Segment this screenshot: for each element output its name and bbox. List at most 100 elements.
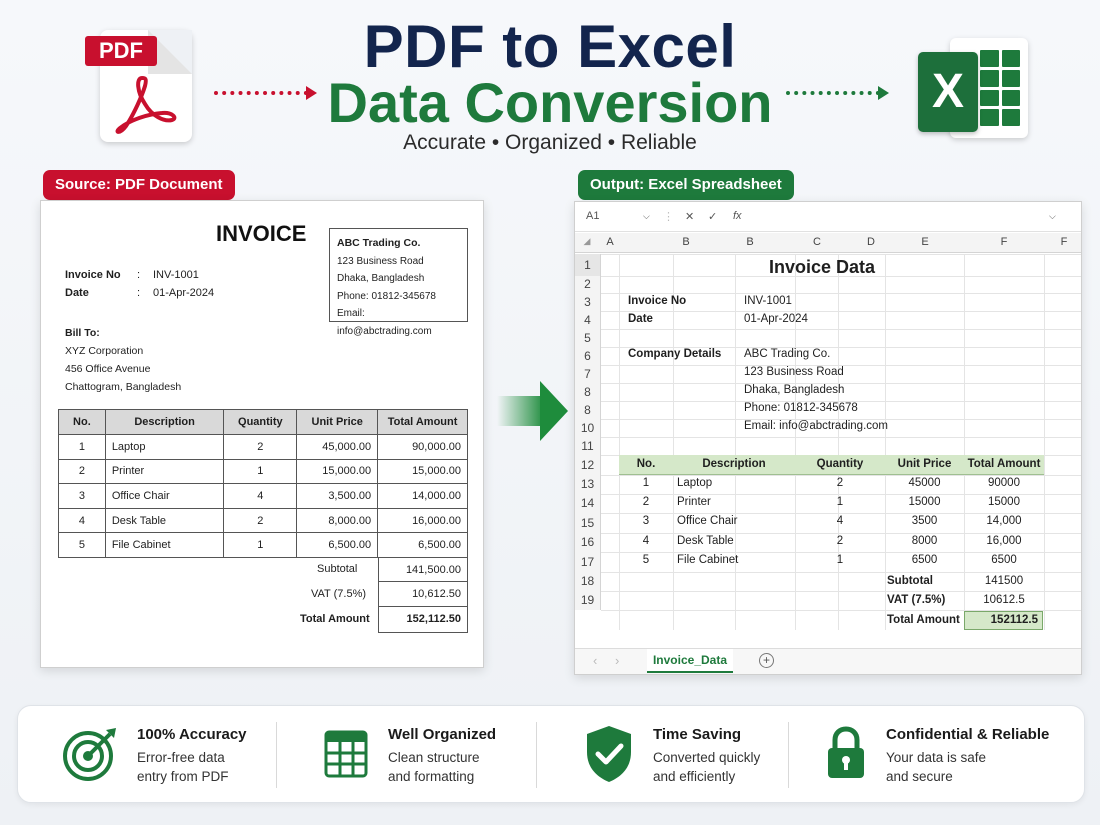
table-cell[interactable]: Desk Table [677,535,795,547]
col-letter[interactable]: E [910,236,940,248]
table-cell[interactable]: 2 [795,535,885,547]
select-all-icon[interactable]: ◢ [579,236,595,247]
subtotal-label[interactable]: Subtotal [887,575,933,587]
col-letter[interactable]: F [989,236,1019,248]
table-cell[interactable]: 90000 [964,477,1044,489]
row-number[interactable]: 11 [575,437,601,455]
table-cell[interactable]: 15000 [885,496,964,508]
row-number[interactable]: 16 [575,533,601,552]
row-number[interactable]: 18 [575,572,601,591]
invoice-no-label[interactable]: Invoice No [628,295,686,307]
invoice-no-value[interactable]: INV-1001 [744,295,792,307]
table-cell[interactable]: 8000 [885,535,964,547]
col-letter[interactable]: F [1049,236,1079,248]
table-cell[interactable]: 1 [619,477,673,489]
divider [276,722,277,788]
row-number[interactable]: 2 [575,276,601,293]
col-letter[interactable]: A [601,236,619,248]
table-cell[interactable]: 14,000 [964,515,1044,527]
table-cell[interactable]: 6500 [964,554,1044,566]
table-cell[interactable]: Laptop [677,477,795,489]
company-line[interactable]: Phone: 01812-345678 [744,402,858,414]
company-line[interactable]: ABC Trading Co. [744,348,830,360]
col-header[interactable]: No. [619,458,673,470]
company-details-label[interactable]: Company Details [628,348,721,360]
table-cell[interactable]: 4 [795,515,885,527]
table-cell[interactable]: File Cabinet [677,554,795,566]
company-line[interactable]: Dhaka, Bangladesh [744,384,844,396]
table-cell[interactable]: 15000 [964,496,1044,508]
row-number[interactable]: 8 [575,383,601,401]
col-header[interactable]: Total Amount [964,458,1044,470]
company-line[interactable]: 123 Business Road [744,366,844,378]
next-sheet-icon[interactable]: › [615,653,619,668]
prev-sheet-icon[interactable]: ‹ [593,653,597,668]
row-number[interactable]: 3 [575,293,601,311]
table-cell[interactable]: 6500 [885,554,964,566]
table-cell[interactable]: 5 [619,554,673,566]
confirm-icon[interactable]: ✓ [708,210,717,223]
col-header[interactable]: Quantity [795,458,885,470]
add-sheet-icon[interactable]: + [759,653,774,668]
separator-icon: ⋮ [663,211,674,223]
cell: 6,500.00 [377,532,468,558]
row-number[interactable]: 1 [575,254,601,276]
col-letter[interactable]: C [802,236,832,248]
feature-desc: Error-free data entry from PDF [137,750,229,784]
table-cell[interactable]: 3 [619,515,673,527]
row-number[interactable]: 19 [575,591,601,610]
subtotal-value[interactable]: 141500 [964,575,1044,587]
cell-reference[interactable]: A1 [586,210,599,222]
table-cell[interactable]: 1 [795,496,885,508]
total-value[interactable]: 152112.5 [964,614,1038,626]
row-number[interactable]: 10 [575,419,601,437]
expand-formula-chevron-icon[interactable]: ⌵ [1049,211,1056,222]
row-number[interactable]: 14 [575,494,601,513]
table-cell[interactable]: Printer [677,496,795,508]
sheet-tab-invoice-data[interactable]: Invoice_Data [647,649,733,673]
bill-to-line: 456 Office Avenue [65,363,151,375]
grid-line [673,254,674,630]
total-label[interactable]: Total Amount [887,614,960,626]
row-number[interactable]: 17 [575,552,601,572]
chevron-down-icon[interactable]: ⌵ [643,211,650,222]
col-letter[interactable]: B [735,236,765,248]
row-number[interactable]: 7 [575,365,601,383]
table-cell[interactable]: 45000 [885,477,964,489]
conversion-arrow-head-icon [540,381,568,441]
table-cell[interactable]: 4 [619,535,673,547]
table-cell[interactable]: 1 [795,554,885,566]
cell: 45,000.00 [296,434,379,460]
row-number[interactable]: 13 [575,475,601,494]
function-icon[interactable]: fx [733,210,742,222]
table-cell[interactable]: 16,000 [964,535,1044,547]
grid-line [735,254,736,630]
col-header: Unit Price [296,409,379,435]
row-number[interactable]: 6 [575,347,601,365]
date-label[interactable]: Date [628,313,653,325]
row-number[interactable]: 12 [575,455,601,475]
cancel-icon[interactable]: ✕ [685,210,694,223]
row-number[interactable]: 4 [575,311,601,329]
col-header[interactable]: Unit Price [885,458,964,470]
table-cell[interactable]: 3500 [885,515,964,527]
date-value[interactable]: 01-Apr-2024 [744,313,808,325]
table-cell[interactable]: 2 [619,496,673,508]
row-number[interactable]: 15 [575,513,601,533]
company-line[interactable]: Email: info@abctrading.com [744,420,888,432]
vat-value[interactable]: 10612.5 [964,594,1044,606]
col-header[interactable]: Description [673,458,795,470]
col-letter[interactable]: B [671,236,701,248]
feature-title: Confidential & Reliable [886,726,1050,743]
table-cell[interactable]: Office Chair [677,515,795,527]
grid-line [885,254,886,630]
cell: 16,000.00 [377,507,468,534]
invoice-no-value: INV-1001 [153,269,199,281]
vat-label[interactable]: VAT (7.5%) [887,594,945,606]
col-letter[interactable]: D [856,236,886,248]
row-number[interactable]: 8 [575,401,601,419]
table-cell[interactable]: 2 [795,477,885,489]
vat-value: 10,612.50 [378,582,468,607]
column-headers: ◢ A B B C D E F F [575,233,1081,253]
row-number[interactable]: 5 [575,329,601,347]
